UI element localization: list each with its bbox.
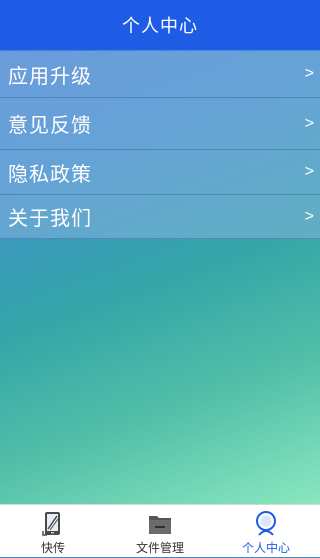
chevron-right-icon: > <box>304 114 314 132</box>
menu-item-label: 隐私政策 <box>8 161 92 186</box>
tab-personal-center[interactable]: 个人中心 <box>213 505 319 558</box>
chevron-right-icon: > <box>304 207 314 225</box>
menu-item-label: 意见反馈 <box>8 113 92 137</box>
menu-item-privacy-policy[interactable]: 隐私政策 > <box>0 150 320 195</box>
menu-item-feedback[interactable]: 意见反馈 > <box>0 98 320 150</box>
tab-quick-transfer[interactable]: 快传 <box>0 505 106 558</box>
menu-item-label: 应用升级 <box>8 63 92 88</box>
bottom-tab-bar: 快传 文件管理 个人中心 <box>0 504 320 557</box>
chevron-right-icon: > <box>304 163 314 180</box>
chevron-right-icon: > <box>304 65 314 82</box>
top-app-bar: 个人中心 <box>0 0 320 50</box>
menu-item-label: 关于我们 <box>8 206 92 230</box>
menu-item-app-upgrade[interactable]: 应用升级 > <box>0 51 320 98</box>
folder-icon <box>147 509 173 537</box>
tab-label: 快传 <box>40 541 65 555</box>
menu-item-about-us[interactable]: 关于我们 > <box>0 195 320 239</box>
tab-file-management[interactable]: 文件管理 <box>107 505 213 558</box>
page-title: 个人中心 <box>122 16 198 37</box>
tab-label: 个人中心 <box>241 541 290 555</box>
person-icon <box>253 509 279 537</box>
tab-label: 文件管理 <box>135 541 184 555</box>
settings-menu: 应用升级 > 意见反馈 > 隐私政策 > 关于我们 > <box>0 50 320 239</box>
phone-transfer-icon <box>40 509 66 537</box>
